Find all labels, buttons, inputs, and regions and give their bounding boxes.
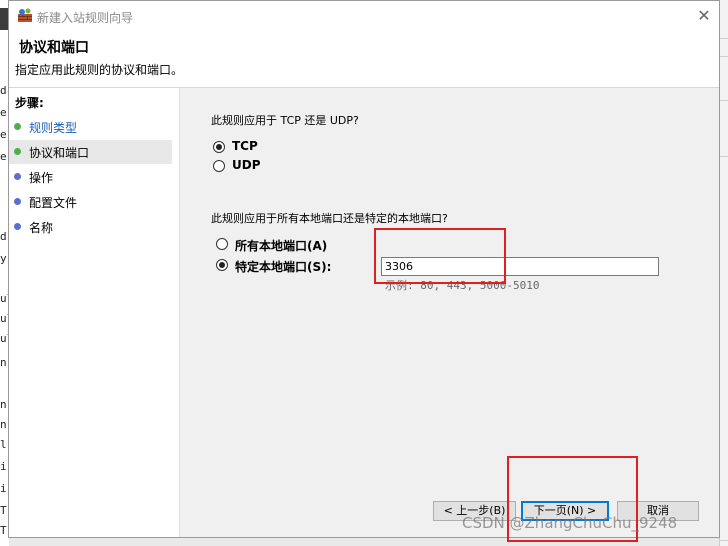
step-name[interactable]: 名称	[9, 215, 172, 239]
background-text: d	[0, 230, 7, 243]
background-text: T	[0, 524, 7, 537]
page-subtitle: 指定应用此规则的协议和端口。	[15, 63, 184, 77]
step-label: 名称	[29, 221, 54, 235]
background-window-right	[719, 0, 728, 546]
background-text: n	[0, 398, 7, 411]
step-protocol-and-ports[interactable]: 协议和端口	[9, 140, 172, 164]
close-icon[interactable]: ✕	[689, 1, 719, 31]
port-example: 示例: 80, 443, 5000-5010	[385, 279, 540, 292]
background-text: d	[0, 84, 7, 97]
background-text: n	[0, 418, 7, 431]
background-text: n	[0, 356, 7, 369]
background-text: e	[0, 150, 7, 163]
wizard-header: 协议和端口 指定应用此规则的协议和端口。	[9, 31, 719, 88]
window-title: 新建入站规则向导	[37, 11, 134, 25]
steps-heading: 步骤:	[15, 96, 44, 110]
title-bar[interactable]: 新建入站规则向导 ✕	[9, 1, 719, 31]
new-inbound-rule-wizard: 新建入站规则向导 ✕ 协议和端口 指定应用此规则的协议和端口。 步骤: 规则类型…	[8, 0, 720, 538]
tcp-label[interactable]: TCP	[232, 139, 258, 153]
step-done-icon	[14, 148, 21, 155]
background-text: e	[0, 128, 7, 141]
step-label: 协议和端口	[29, 146, 90, 160]
tcp-radio[interactable]	[213, 141, 225, 153]
ports-question: 此规则应用于所有本地端口还是特定的本地端口?	[211, 212, 448, 225]
udp-radio[interactable]	[213, 160, 225, 172]
step-profile[interactable]: 配置文件	[9, 190, 172, 214]
udp-label[interactable]: UDP	[232, 158, 261, 172]
all-ports-radio[interactable]	[216, 238, 228, 250]
step-action[interactable]: 操作	[9, 165, 172, 189]
page-title: 协议和端口	[19, 40, 89, 56]
step-label: 操作	[29, 171, 54, 185]
csdn-watermark: CSDN @ZhangChuChu_9248	[462, 514, 678, 532]
step-pending-icon	[14, 173, 21, 180]
specific-ports-radio[interactable]	[216, 259, 228, 271]
step-label: 配置文件	[29, 196, 78, 210]
steps-panel: 步骤: 规则类型 协议和端口 操作 配置文件 名称	[9, 88, 180, 537]
background-text: l	[0, 438, 7, 451]
background-text: i	[0, 460, 7, 473]
protocol-question: 此规则应用于 TCP 还是 UDP?	[211, 114, 359, 127]
background-text: T	[0, 504, 7, 517]
step-done-icon	[14, 123, 21, 130]
firewall-icon	[18, 8, 32, 22]
step-rule-type[interactable]: 规则类型	[9, 115, 172, 139]
step-pending-icon	[14, 223, 21, 230]
port-input[interactable]: 3306	[381, 257, 659, 276]
background-text: e	[0, 106, 7, 119]
step-pending-icon	[14, 198, 21, 205]
step-label: 规则类型	[29, 121, 78, 135]
background-text: i	[0, 482, 7, 495]
specific-ports-label[interactable]: 特定本地端口(S):	[235, 258, 331, 275]
all-ports-label[interactable]: 所有本地端口(A)	[235, 237, 327, 254]
background-text: y	[0, 252, 7, 265]
content-panel: 此规则应用于 TCP 还是 UDP? TCP UDP 此规则应用于所有本地端口还…	[179, 88, 719, 537]
